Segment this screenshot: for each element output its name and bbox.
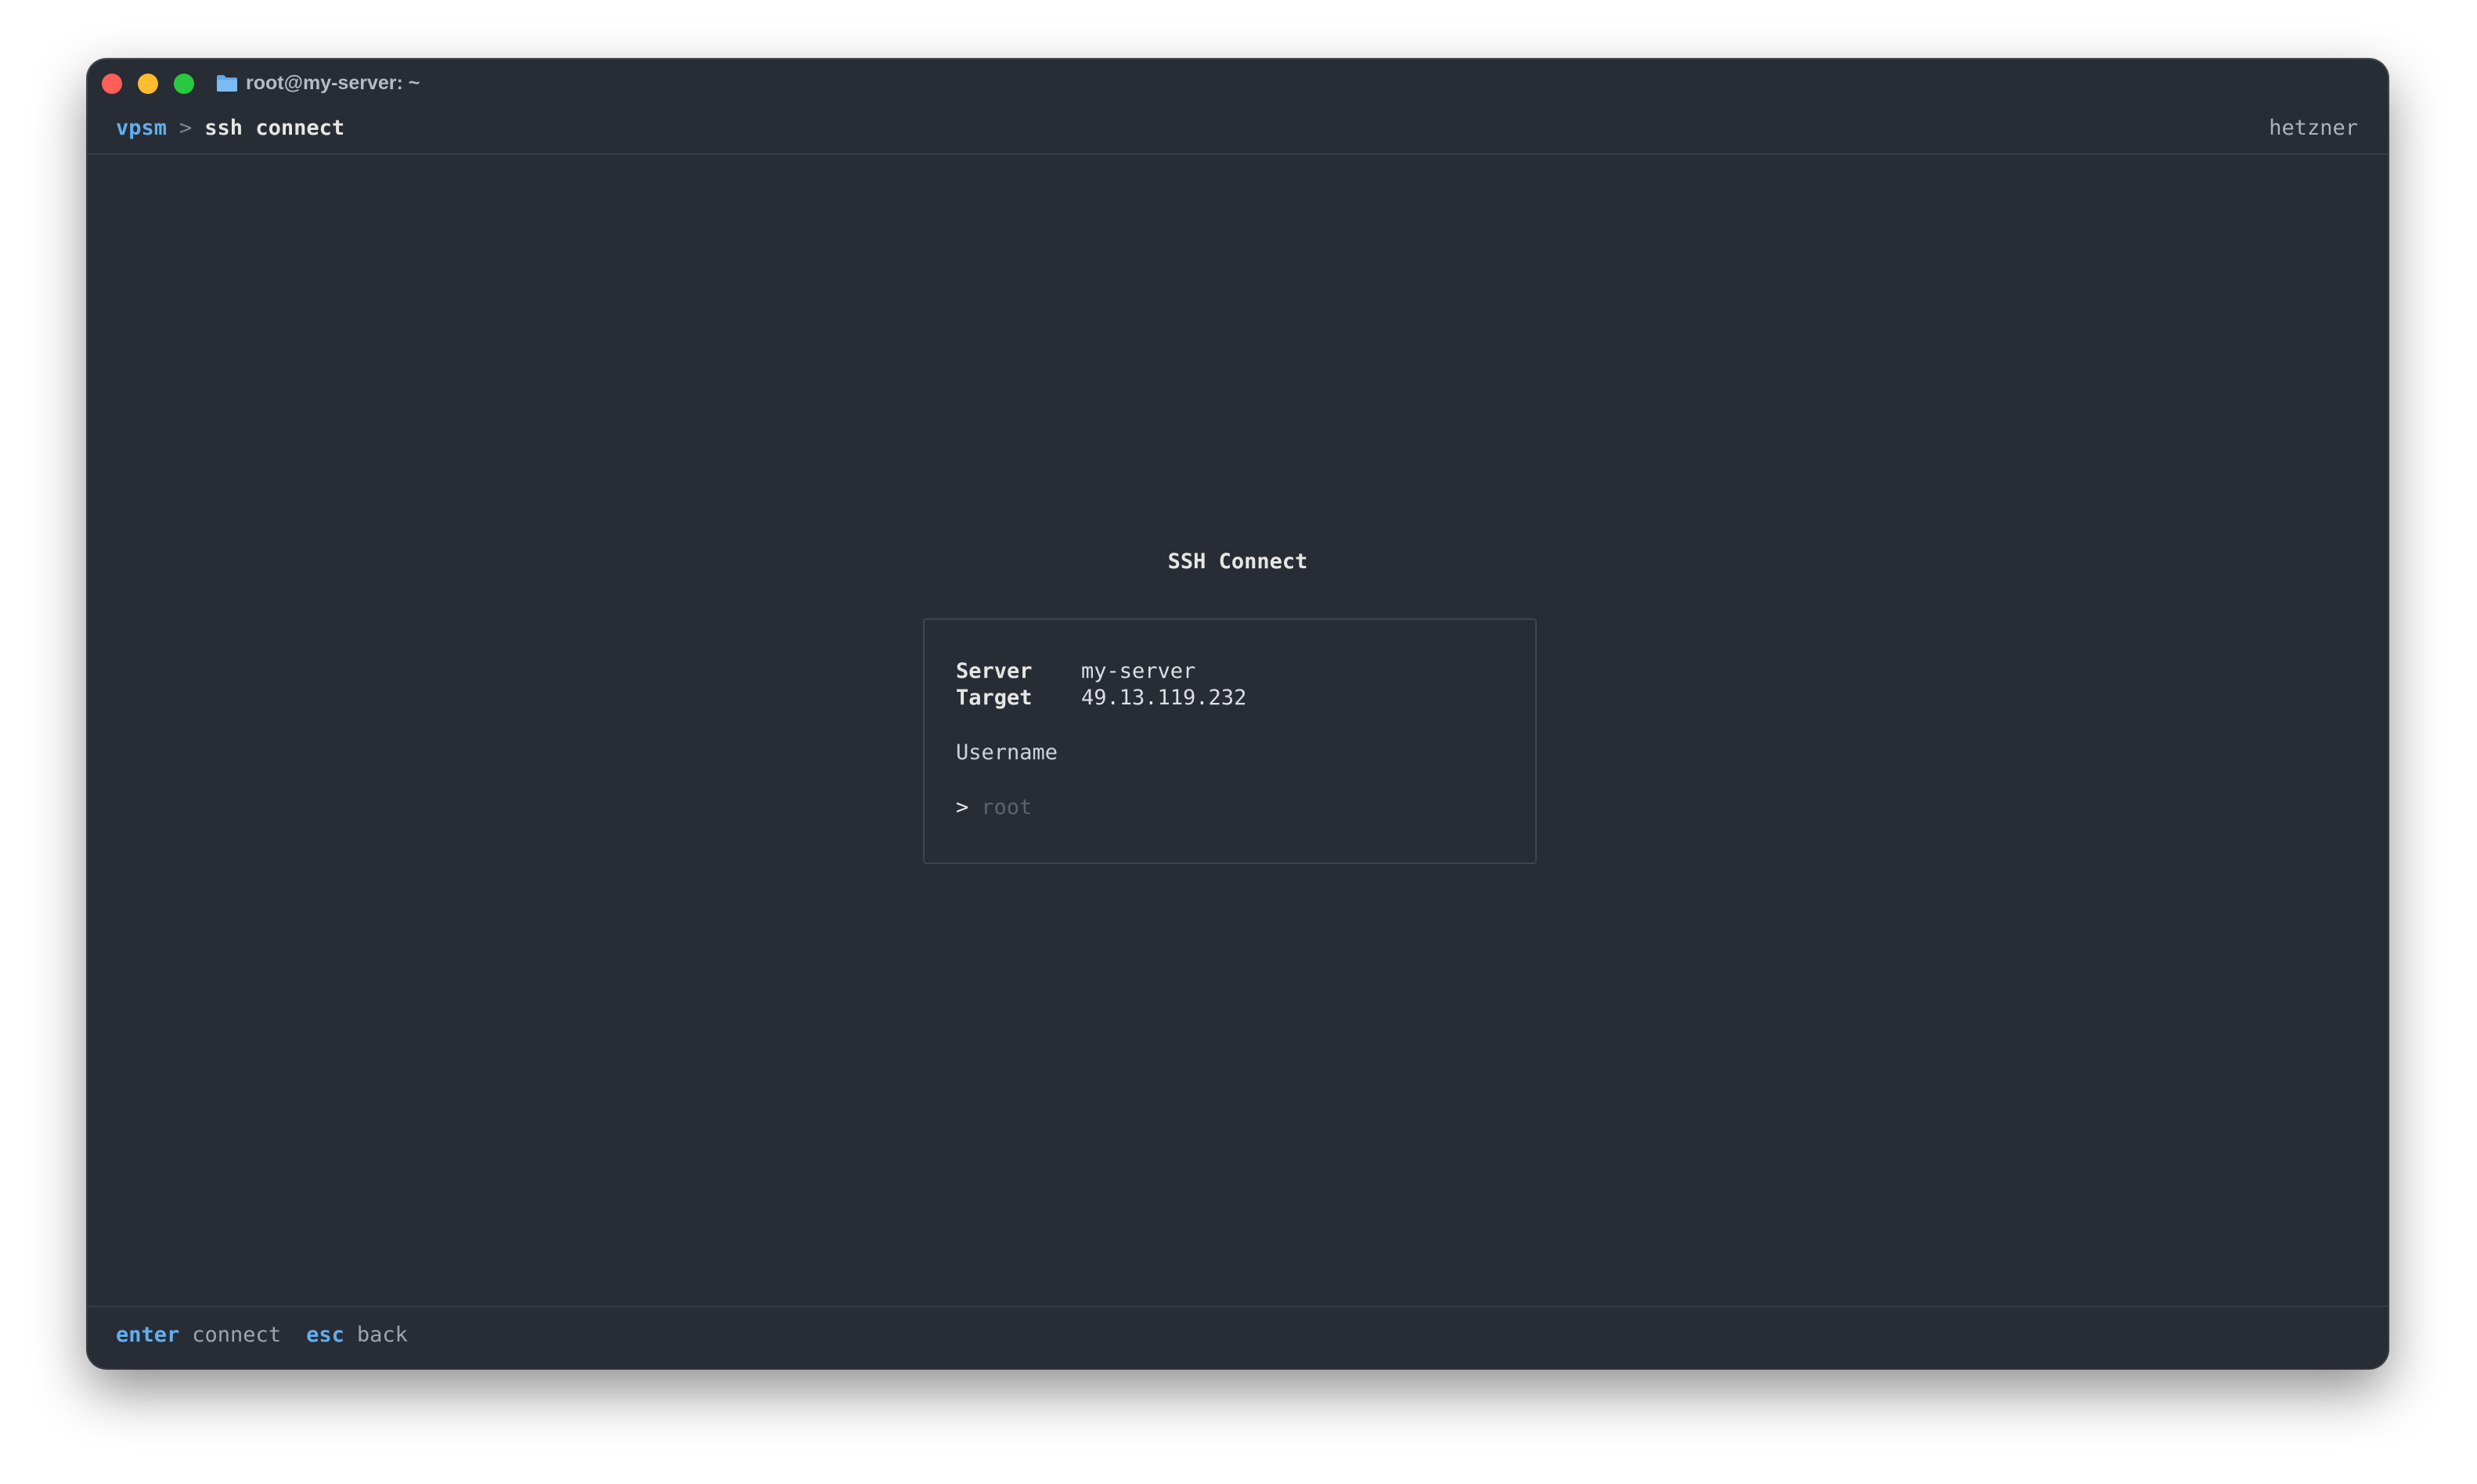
breadcrumb-separator: > bbox=[179, 116, 193, 140]
key-hints-bar: enter connect esc back bbox=[88, 1306, 2388, 1368]
hint-enter: enter connect bbox=[116, 1323, 281, 1347]
target-label: Target bbox=[956, 686, 1033, 710]
terminal-window: root@my-server: ~ vpsm > ssh connect het… bbox=[88, 59, 2388, 1368]
close-window-button[interactable] bbox=[102, 74, 122, 94]
server-row: Server my-server bbox=[956, 659, 1195, 683]
username-label: Username bbox=[956, 740, 1058, 765]
breadcrumb: vpsm > ssh connect bbox=[116, 116, 344, 140]
server-value: my-server bbox=[1081, 659, 1196, 683]
hint-key-enter: enter bbox=[116, 1323, 180, 1347]
hint-esc: esc back bbox=[306, 1323, 408, 1347]
input-prompt: > bbox=[956, 795, 969, 819]
breadcrumb-root[interactable]: vpsm bbox=[116, 116, 167, 140]
key-hints: enter connect esc back bbox=[116, 1323, 408, 1347]
target-row: Target 49.13.119.232 bbox=[956, 686, 1246, 710]
title-bar[interactable]: root@my-server: ~ bbox=[88, 59, 2388, 106]
breadcrumb-current: ssh connect bbox=[204, 116, 345, 140]
username-input[interactable] bbox=[981, 795, 1451, 819]
server-label: Server bbox=[956, 659, 1033, 683]
hint-key-esc: esc bbox=[306, 1323, 344, 1347]
window-title-group: root@my-server: ~ bbox=[216, 70, 420, 95]
target-value: 49.13.119.232 bbox=[1081, 686, 1247, 710]
maximize-window-button[interactable] bbox=[174, 74, 194, 94]
hint-action-back: back bbox=[356, 1323, 408, 1347]
app-header: vpsm > ssh connect hetzner bbox=[88, 108, 2388, 155]
minimize-window-button[interactable] bbox=[138, 74, 158, 94]
provider-label: hetzner bbox=[2269, 116, 2358, 140]
window-title: root@my-server: ~ bbox=[246, 71, 420, 94]
dialog-title: SSH Connect bbox=[1167, 549, 1308, 574]
hint-action-connect: connect bbox=[192, 1323, 282, 1347]
username-input-line: > bbox=[956, 795, 1451, 819]
ssh-connect-panel: Server my-server Target 49.13.119.232 Us… bbox=[923, 618, 1537, 864]
folder-icon bbox=[216, 74, 238, 92]
